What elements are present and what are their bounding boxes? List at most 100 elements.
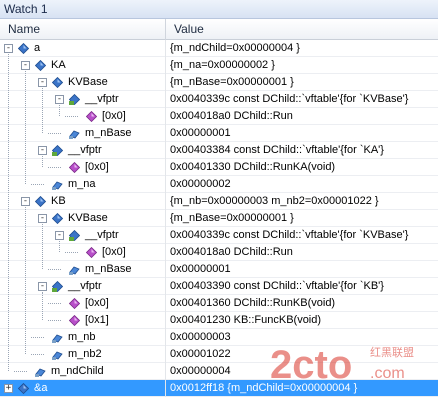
watch-row-name: &a: [34, 382, 48, 394]
watch-row-value[interactable]: {m_na=0x00000002 }: [168, 57, 438, 74]
watch-row-value[interactable]: 0x00403390 const DChild::`vftable'{for `…: [168, 278, 438, 295]
watch-row[interactable]: [0x1] 0x00401230 KB::FuncKB(void): [0, 312, 438, 329]
tree-connector: [48, 320, 61, 321]
watch-row[interactable]: m_ndChild 0x00000004: [0, 363, 438, 380]
tree-guide-line: [25, 71, 26, 184]
watch-row-name: m_na: [68, 178, 96, 190]
watch-row-value[interactable]: 0x00401330 DChild::RunKA(void): [168, 159, 438, 176]
watch-row-value[interactable]: 0x0040339c const DChild::`vftable'{for `…: [168, 91, 438, 108]
watch-row-name: KVBase: [68, 212, 108, 224]
collapse-icon[interactable]: -: [55, 95, 64, 104]
tree-connector: [65, 252, 78, 253]
function-icon: [68, 314, 81, 327]
vfptr-icon: [51, 280, 64, 293]
watch-row[interactable]: m_nb2 0x00001022: [0, 346, 438, 363]
tree-guide-line: [59, 241, 60, 252]
watch-row-name-cell: -a: [0, 40, 166, 57]
watch-row-name: KB: [51, 195, 66, 207]
watch-row[interactable]: - KA {m_na=0x00000002 }: [0, 57, 438, 74]
watch-row-value[interactable]: 0x0040339c const DChild::`vftable'{for `…: [168, 227, 438, 244]
watch-row-name: KVBase: [68, 76, 108, 88]
function-icon: [85, 110, 98, 123]
watch-row-name: __vfptr: [85, 93, 119, 105]
window-title: Watch 1: [4, 2, 48, 16]
collapse-icon[interactable]: -: [21, 61, 30, 70]
struct-icon: [17, 382, 30, 395]
field-icon: [52, 332, 63, 343]
tree-connector: [31, 354, 44, 355]
collapse-icon[interactable]: -: [21, 197, 30, 206]
watch-row-value[interactable]: {m_nBase=0x00000001 }: [168, 210, 438, 227]
vfptr-icon: [68, 93, 81, 106]
watch-row-value[interactable]: 0x00401230 KB::FuncKB(void): [168, 312, 438, 329]
watch-row-value[interactable]: 0x00403384 const DChild::`vftable'{for `…: [168, 142, 438, 159]
watch-row[interactable]: - __vfptr 0x0040339c const DChild::`vftabl…: [0, 91, 438, 108]
watch-row[interactable]: - __vfptr 0x0040339c const DChild::`vftabl…: [0, 227, 438, 244]
tree-connector: [48, 167, 61, 168]
function-icon: [85, 246, 98, 259]
field-icon: [69, 264, 80, 275]
watch-row[interactable]: - KVBase {m_nBase=0x00000001 }: [0, 210, 438, 227]
watch-row-name: m_ndChild: [51, 365, 104, 377]
collapse-icon[interactable]: -: [4, 44, 13, 53]
struct-icon: [51, 76, 64, 89]
tree-connector: [65, 116, 78, 117]
watch-row-value[interactable]: {m_nBase=0x00000001 }: [168, 74, 438, 91]
column-header-value[interactable]: Value: [166, 19, 438, 40]
watch-row-name-cell: + &a: [0, 380, 166, 397]
watch-row-value[interactable]: 0x004018a0 DChild::Run: [168, 108, 438, 125]
watch-row-name: KA: [51, 59, 66, 71]
watch-row[interactable]: - a {m_ndChild=0x00000004 }: [0, 40, 438, 57]
watch-row-name: [0x0]: [102, 110, 126, 122]
watch-row-value[interactable]: {m_nb=0x00000003 m_nb2=0x00001022 }: [168, 193, 438, 210]
watch-row-name: [0x0]: [85, 161, 109, 173]
collapse-icon[interactable]: -: [38, 282, 47, 291]
watch-row-name: m_nBase: [85, 127, 132, 139]
watch-row-value[interactable]: 0x00401360 DChild::RunKB(void): [168, 295, 438, 312]
watch-row[interactable]: - KVBase {m_nBase=0x00000001 }: [0, 74, 438, 91]
watch-row-value[interactable]: {m_ndChild=0x00000004 }: [168, 40, 438, 57]
struct-icon: [51, 212, 64, 225]
watch-row-name: __vfptr: [68, 144, 102, 156]
watch-row-value[interactable]: 0x0012ff18 {m_ndChild=0x00000004 }: [168, 380, 438, 397]
field-icon: [52, 179, 63, 190]
watch-row[interactable]: - __vfptr 0x00403390 const DChild::`vftabl…: [0, 278, 438, 295]
tree-connector: [31, 184, 44, 185]
watch-row-value[interactable]: 0x00000001: [168, 261, 438, 278]
watch-row-value[interactable]: 0x00000004: [168, 363, 438, 380]
collapse-icon[interactable]: -: [38, 146, 47, 155]
watch-row-name: [0x1]: [85, 314, 109, 326]
tree-guide-line: [42, 88, 43, 133]
watch-row-value[interactable]: 0x00000003: [168, 329, 438, 346]
watch-row[interactable]: m_nBase 0x00000001: [0, 125, 438, 142]
tree-guide-line: [42, 224, 43, 269]
watch-row-name: [0x0]: [102, 246, 126, 258]
watch-row[interactable]: m_nBase 0x00000001: [0, 261, 438, 278]
column-header-name[interactable]: Name: [0, 19, 166, 40]
struct-icon: [17, 42, 30, 55]
watch-row-value[interactable]: 0x004018a0 DChild::Run: [168, 244, 438, 261]
collapse-icon[interactable]: -: [55, 231, 64, 240]
watch-row[interactable]: - __vfptr 0x00403384 const DChild::`vftabl…: [0, 142, 438, 159]
tree-guide-line: [42, 292, 43, 320]
vfptr-icon: [68, 229, 81, 242]
watch-row[interactable]: [0x0] 0x00401330 DChild::RunKA(void): [0, 159, 438, 176]
field-icon: [35, 366, 46, 377]
expand-icon[interactable]: +: [4, 384, 13, 393]
watch-row[interactable]: + &a 0x0012ff18 {m_ndChild=0x00000004 }: [0, 380, 438, 397]
field-icon: [69, 128, 80, 139]
watch-row-value[interactable]: 0x00000001: [168, 125, 438, 142]
watch-row[interactable]: m_nb 0x00000003: [0, 329, 438, 346]
watch-row[interactable]: [0x0] 0x004018a0 DChild::Run: [0, 244, 438, 261]
watch-row[interactable]: m_na 0x00000002: [0, 176, 438, 193]
watch-row-value[interactable]: 0x00000002: [168, 176, 438, 193]
watch-row[interactable]: [0x0] 0x00401360 DChild::RunKB(void): [0, 295, 438, 312]
collapse-icon[interactable]: -: [38, 78, 47, 87]
tree-guide-line: [42, 156, 43, 167]
watch-row[interactable]: - KB {m_nb=0x00000003 m_nb2=0x00001022 }: [0, 193, 438, 210]
collapse-icon[interactable]: -: [38, 214, 47, 223]
field-icon: [52, 349, 63, 360]
tree-connector: [14, 371, 27, 372]
watch-row-value[interactable]: 0x00001022: [168, 346, 438, 363]
watch-row[interactable]: [0x0] 0x004018a0 DChild::Run: [0, 108, 438, 125]
